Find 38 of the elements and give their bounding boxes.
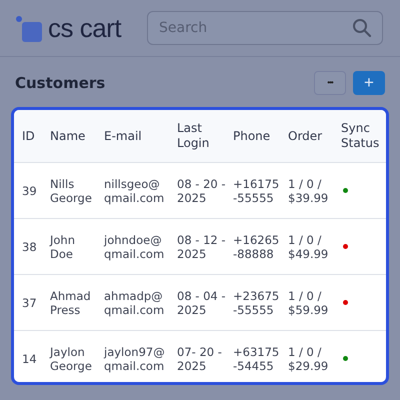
- table-cell: 08 - 20 - 2025: [177, 176, 226, 204]
- table-cell: +16175 -55555: [233, 176, 280, 204]
- table-cell: 1 / 0 / $59.99: [288, 288, 328, 316]
- table-cell: nillsgeo@ qmail.com: [104, 176, 164, 204]
- logo-icon: [16, 16, 44, 42]
- table-cell: Nills George: [50, 176, 92, 204]
- search-field[interactable]: Search: [147, 11, 383, 45]
- table-cell: jaylon97@ qmail.com: [104, 344, 165, 372]
- table-cell: John Doe: [50, 232, 76, 260]
- column-header: ID: [22, 128, 35, 144]
- table-cell: +16265 -88888: [233, 232, 280, 260]
- column-header: Last Login: [177, 121, 210, 151]
- table-cell: 38: [22, 240, 37, 254]
- more-button[interactable]: •••: [314, 70, 346, 94]
- table-cell: 08 - 04 - 2025: [177, 288, 226, 316]
- table-cell: 08 - 12 - 2025: [177, 232, 226, 260]
- table-cell: 1 / 0 / $39.99: [288, 176, 328, 204]
- column-header: Order: [288, 128, 322, 144]
- column-header: Name: [50, 128, 86, 144]
- table-cell: +63175 -54455: [233, 344, 280, 372]
- table-cell: johndoe@ qmail.com: [104, 232, 164, 260]
- column-header: Sync Status: [341, 121, 380, 151]
- column-header: Phone: [233, 128, 270, 144]
- table-cell: ahmadp@ qmail.com: [104, 288, 164, 316]
- page-title: Customers: [15, 74, 106, 92]
- search-icon[interactable]: [352, 18, 372, 38]
- table-cell: 1 / 0 / $49.99: [288, 232, 328, 260]
- table-cell: 07- 20 - 2025: [177, 344, 222, 372]
- table-cell: 1 / 0 / $29.99: [288, 344, 328, 372]
- table-cell: 39: [22, 184, 37, 198]
- add-button[interactable]: +: [353, 70, 385, 94]
- table-cell: Jaylon George: [50, 344, 92, 372]
- table-cell: +23675 -55555: [233, 288, 280, 316]
- table-cell: 14: [22, 352, 37, 366]
- column-header: E-mail: [104, 128, 142, 144]
- logo-text: cs cart: [48, 14, 122, 42]
- table-cell: 37: [22, 296, 37, 310]
- table-cell: Ahmad Press: [50, 288, 91, 316]
